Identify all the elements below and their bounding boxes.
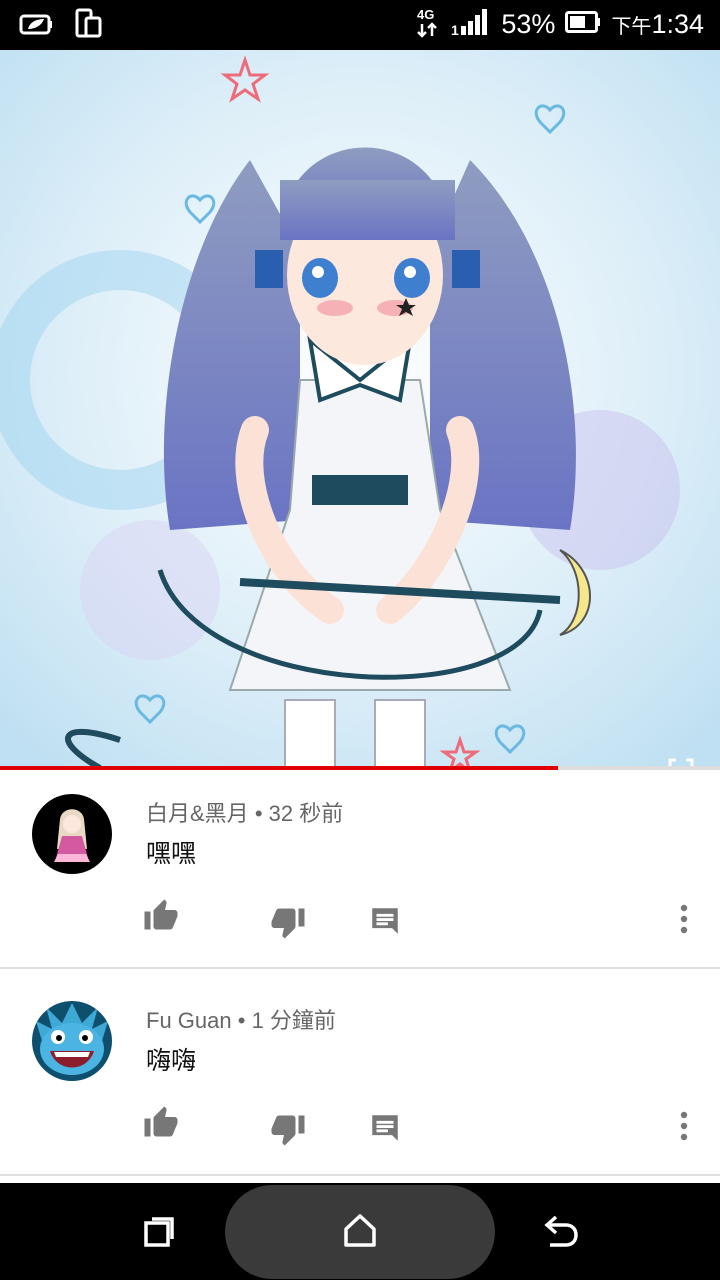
comment-meta: Fu Guan • 1 分鐘前 [146, 1003, 336, 1035]
home-icon[interactable] [340, 1211, 380, 1251]
comment-author[interactable]: 白月&黑月 [146, 801, 249, 826]
like-icon[interactable] [143, 1105, 179, 1141]
screen-rotate-icon [74, 8, 102, 44]
comment-item: 白月&黑月 • 32 秒前 嘿嘿 [0, 770, 720, 977]
network-type-label: 4G [417, 7, 434, 22]
comment-text: 嗨嗨 [146, 1046, 197, 1075]
clock: 下午1:34 [611, 9, 704, 40]
avatar[interactable] [32, 794, 112, 874]
blue-creature-avatar-icon [32, 1001, 112, 1081]
svg-text:1: 1 [451, 22, 459, 37]
divider [0, 1174, 720, 1176]
comment-time: 32 秒前 [268, 801, 344, 826]
comment-item: Fu Guan • 1 分鐘前 嗨嗨 [0, 977, 720, 1184]
dislike-icon[interactable] [270, 904, 306, 940]
battery-saver-icon [18, 9, 54, 43]
battery-icon [565, 11, 601, 37]
anime-avatar-icon [32, 794, 112, 874]
navigation-bar [0, 1183, 720, 1280]
meta-separator: • [237, 1008, 246, 1033]
like-icon[interactable] [143, 898, 179, 934]
battery-percent: 53% [501, 8, 556, 39]
reply-icon[interactable] [368, 1111, 404, 1147]
more-options-icon[interactable] [672, 902, 696, 936]
back-icon[interactable] [540, 1211, 580, 1251]
video-player[interactable] [0, 50, 720, 768]
divider [0, 967, 720, 969]
status-bar: 4G 1 53% 下午1:34 [0, 0, 720, 50]
dislike-icon[interactable] [270, 1111, 306, 1147]
clock-period: 下午 [611, 15, 652, 38]
meta-separator: • [254, 801, 263, 826]
comment-time: 1 分鐘前 [251, 1008, 336, 1033]
video-thumbnail [0, 50, 720, 768]
signal-strength-icon: 1 [451, 7, 491, 41]
comment-author[interactable]: Fu Guan [146, 1008, 232, 1033]
comment-text: 嘿嘿 [146, 839, 197, 868]
avatar[interactable] [32, 1001, 112, 1081]
more-options-icon[interactable] [672, 1109, 696, 1143]
network-type-icon: 4G [415, 6, 441, 42]
reply-icon[interactable] [368, 904, 404, 940]
recent-apps-icon[interactable] [140, 1211, 180, 1251]
clock-time: 1:34 [651, 8, 704, 39]
comment-meta: 白月&黑月 • 32 秒前 [146, 796, 343, 828]
